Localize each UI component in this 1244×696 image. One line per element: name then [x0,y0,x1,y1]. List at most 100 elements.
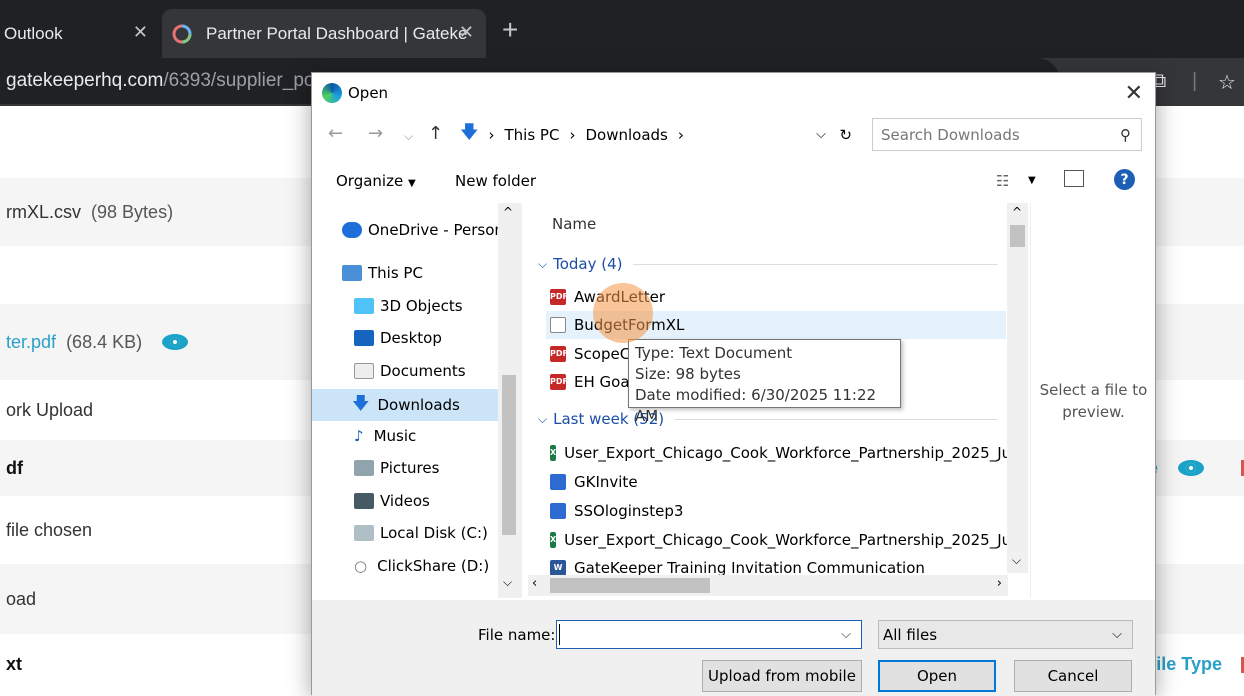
tab-label: Outlook [4,23,63,43]
navigation-scrollbar[interactable]: ^ ⌵ [498,203,522,598]
close-icon[interactable]: ✕ [459,22,474,43]
open-button[interactable]: Open [878,660,996,692]
path-breadcrumb[interactable]: 🡇 › This PC › Downloads › ⌵ ↻ [452,118,864,151]
scroll-up-icon[interactable]: ^ [503,205,513,219]
new-folder-button[interactable]: New folder [455,172,536,190]
download-arrow-icon: 🡇 [352,393,370,414]
nav-item-pictures[interactable]: Pictures [354,455,439,481]
organize-button[interactable]: Organize ▼ [336,172,416,190]
tooltip-type: Type: Text Document [635,344,793,362]
cancel-button[interactable]: Cancel [1014,660,1132,692]
list-item[interactable]: X User_Export_Chicago_Cook_Workforce_Part… [546,439,1021,467]
search-placeholder: Search Downloads [881,125,1020,144]
favorites-icon[interactable]: ☆ [1218,70,1236,95]
nav-item-label: Music [373,427,417,445]
tooltip-date-modified: Date modified: 6/30/2025 11:22 AM [635,386,877,425]
nav-item-label: Downloads [377,396,460,414]
scroll-thumb[interactable] [1010,225,1025,247]
scroll-up-icon[interactable]: ^ [1012,205,1022,219]
breadcrumb-item[interactable]: This PC [505,126,560,144]
nav-item-clickshare[interactable]: ○ ClickShare (D:) [354,553,489,579]
column-header-name[interactable]: Name [552,215,596,233]
caret-down-icon[interactable]: ▼ [1028,175,1036,186]
scroll-left-icon[interactable]: ‹ [532,576,537,591]
computer-icon [342,265,362,281]
nav-item-label: Documents [380,362,466,380]
gatekeeper-logo-icon [172,24,192,43]
file-name: EH Goa [574,373,630,391]
nav-item-music[interactable]: ♪ Music [354,423,416,449]
list-item[interactable]: SSOloginstep3 [546,497,1006,525]
nav-item-this-pc[interactable]: This PC [342,260,423,286]
file-name-input[interactable]: ⌵ [556,620,862,649]
eye-icon[interactable] [162,334,189,350]
preview-text: Select a file to [1039,380,1148,399]
preview-text: preview. [1062,402,1125,421]
section-label: oad [6,588,37,609]
chevron-down-icon[interactable]: ⌵ [841,627,851,642]
scroll-down-icon[interactable]: ⌵ [1012,553,1021,568]
text-cursor [559,624,560,645]
view-options-icon[interactable]: ☷ [996,172,1009,190]
chevron-down-icon: ⌵ [538,411,548,426]
cloud-icon [342,222,362,238]
close-icon[interactable]: ✕ [1125,81,1143,106]
tab-partner-portal[interactable]: Partner Portal Dashboard | Gateke ✕ [162,9,486,58]
pdf-file-icon: PDF [550,346,568,362]
preview-pane-icon[interactable] [1064,170,1084,187]
tab-outlook[interactable]: Outlook ✕ [0,9,160,58]
file-type-filter[interactable]: All files ⌵ [878,620,1133,649]
horizontal-scrollbar[interactable]: ‹ › [528,575,1008,596]
file-name: ScopeC [574,345,631,363]
documents-icon [354,363,374,379]
file-status-text: file chosen [6,519,93,540]
dialog-footer: File name: ⌵ All files ⌵ Upload from mob… [312,600,1155,696]
nav-item-label: This PC [368,264,423,282]
list-item[interactable]: X User_Export_Chicago_Cook_Workforce_Part… [546,526,1021,554]
cube-icon [354,298,374,314]
organize-label: Organize [336,172,404,190]
forward-arrow-icon[interactable]: → [368,123,383,144]
new-tab-icon[interactable]: + [502,14,518,46]
dialog-title: Open [348,84,389,102]
nav-item-3d-objects[interactable]: 3D Objects [354,293,463,319]
nav-item-desktop[interactable]: Desktop [354,325,442,351]
word-file-icon: W [550,560,566,576]
nav-item-onedrive[interactable]: OneDrive - Person [342,217,504,243]
recent-locations-icon[interactable]: ⌵ [404,129,413,144]
scroll-thumb[interactable] [550,578,710,593]
file-name-text: rmXL.csv [6,201,82,222]
scroll-right-icon[interactable]: › [997,576,1002,591]
navigation-row: ← → ⌵ ↑ 🡇 › This PC › Downloads › ⌵ ↻ Se… [312,115,1155,155]
image-file-icon [550,474,566,490]
nav-item-downloads[interactable]: 🡇 Downloads [312,389,498,421]
file-size-text: (98 Bytes) [91,201,174,222]
download-arrow-icon: 🡇 [460,121,479,143]
chevron-down-icon[interactable]: ⌵ [816,127,826,142]
help-icon[interactable]: ? [1114,169,1135,190]
list-item[interactable]: GKInvite [546,468,1006,496]
file-list-scrollbar[interactable]: ^ ⌵ [1007,203,1028,573]
search-input[interactable]: Search Downloads ⚲ [872,118,1142,151]
file-link[interactable]: ter.pdf [6,332,56,353]
back-arrow-icon[interactable]: ← [328,123,343,144]
nav-item-documents[interactable]: Documents [354,358,466,384]
up-arrow-icon[interactable]: ↑ [428,123,443,144]
scroll-thumb[interactable] [502,375,516,535]
eye-icon[interactable] [1178,460,1204,476]
excel-file-icon: X [550,532,557,548]
group-today[interactable]: ⌵ Today (4) [538,255,998,273]
upload-from-mobile-button[interactable]: Upload from mobile [702,660,862,692]
drive-icon: ○ [354,557,368,575]
pictures-icon [354,460,374,476]
breadcrumb-item[interactable]: Downloads [585,126,667,144]
refresh-icon[interactable]: ↻ [839,126,852,144]
nav-item-videos[interactable]: Videos [354,488,430,514]
close-icon[interactable]: ✕ [133,22,148,43]
scroll-down-icon[interactable]: ⌵ [503,575,512,590]
nav-item-local-disk[interactable]: Local Disk (C:) [354,520,488,546]
nav-item-label: OneDrive - Person [368,221,504,239]
file-type-link[interactable]: ile Type [1156,654,1222,675]
chevron-down-icon: ⌵ [1112,627,1122,642]
file-name: SSOloginstep3 [574,502,684,520]
